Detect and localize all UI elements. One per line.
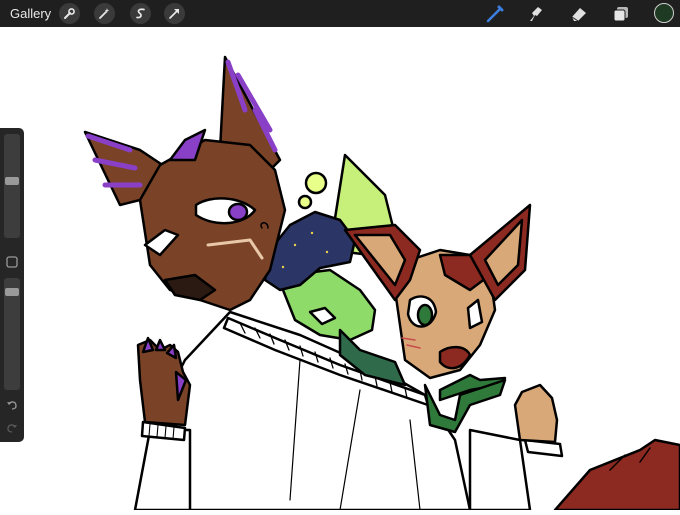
layers-icon[interactable] (610, 3, 632, 25)
transform-arrow-icon[interactable] (164, 3, 185, 24)
character-illustration (83, 55, 680, 512)
smudge-icon[interactable] (525, 3, 547, 25)
gallery-button[interactable]: Gallery (10, 6, 51, 21)
drawing-canvas[interactable] (0, 27, 680, 512)
brush-icon[interactable] (484, 3, 506, 25)
magic-wand-icon[interactable] (94, 3, 115, 24)
eraser-icon[interactable] (568, 3, 590, 25)
top-toolbar: Gallery (0, 0, 680, 27)
selection-icon[interactable] (130, 3, 151, 24)
wrench-icon[interactable] (59, 3, 80, 24)
color-picker-button[interactable] (654, 3, 674, 23)
